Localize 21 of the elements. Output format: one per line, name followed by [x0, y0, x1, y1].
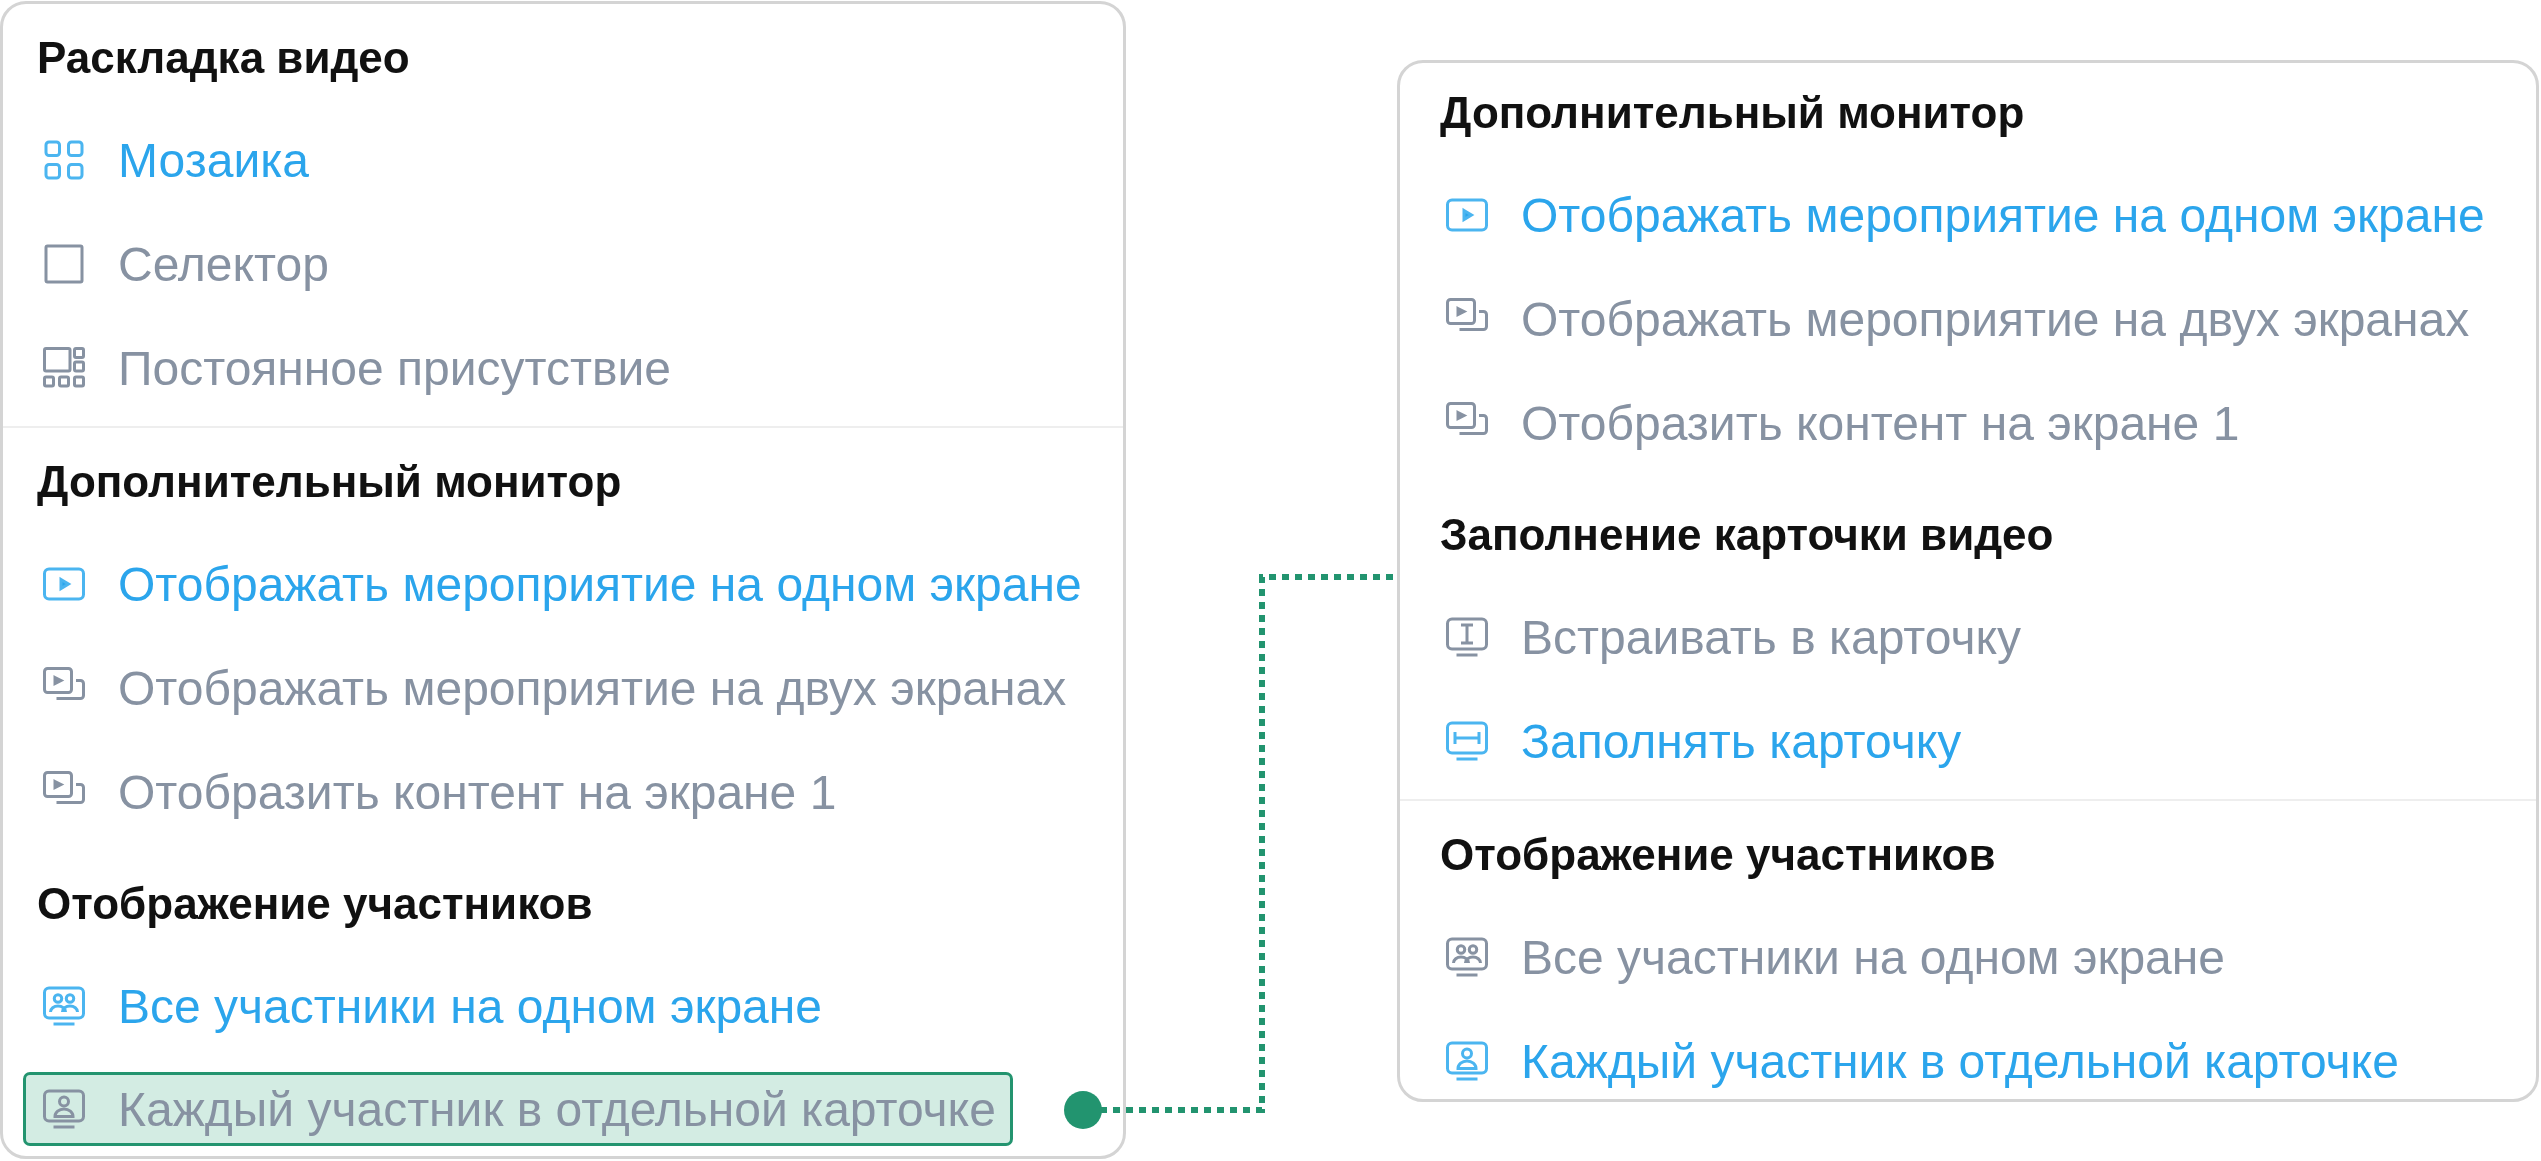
menu-item[interactable]: Постоянное присутствие: [23, 316, 688, 420]
section-heading: Раскладка видео: [36, 32, 410, 84]
menu-item[interactable]: Встраивать в карточку: [1426, 585, 2038, 689]
menu-item[interactable]: Каждый участник в отдельной карточке: [23, 1072, 1013, 1146]
section-heading: Дополнительный монитор: [1439, 87, 2025, 139]
menu-item[interactable]: Все участники на одном экране: [23, 954, 839, 1058]
menu-item[interactable]: Отображать мероприятие на одном экране: [23, 532, 1099, 636]
menu-item[interactable]: Отобразить контент на экране 1: [23, 740, 854, 844]
section-heading: Отображение участников: [36, 878, 593, 930]
section-heading: Заполнение карточки видео: [1439, 509, 2054, 561]
section-heading: Отображение участников: [1439, 829, 1996, 881]
section-heading: Дополнительный монитор: [36, 456, 622, 508]
menu-item[interactable]: Селектор: [23, 212, 346, 316]
menu-item[interactable]: Отображать мероприятие на одном экране: [1426, 163, 2502, 267]
menu-item[interactable]: Отобразить контент на экране 1: [1426, 371, 2257, 475]
menu-item[interactable]: Отображать мероприятие на двух экранах: [1426, 267, 2487, 371]
menu-item[interactable]: Каждый участник в отдельной карточке: [1426, 1009, 2416, 1113]
menu-item[interactable]: Мозаика: [23, 108, 326, 212]
menu-item[interactable]: Отображать мероприятие на двух экранах: [23, 636, 1084, 740]
menu-item[interactable]: Все участники на одном экране: [1426, 905, 2242, 1009]
menu-item[interactable]: Заполнять карточку: [1426, 689, 1979, 793]
